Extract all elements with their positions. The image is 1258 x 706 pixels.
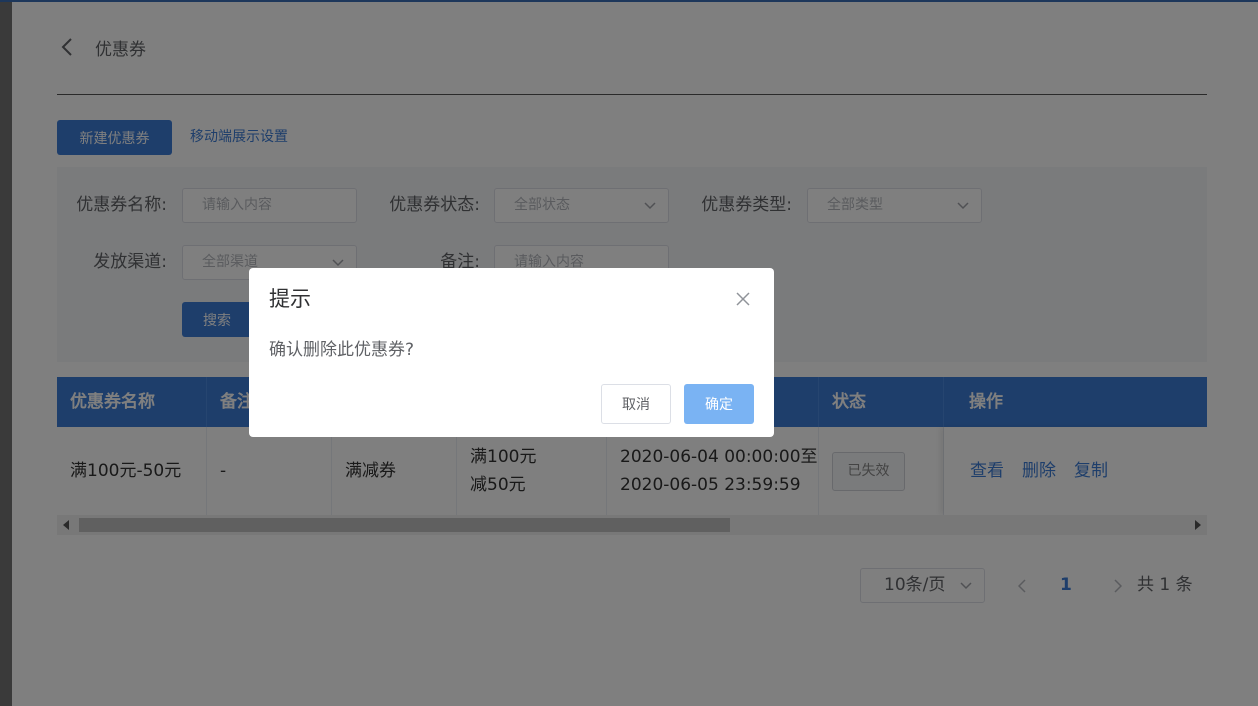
confirm-dialog: 提示 确认删除此优惠券? 取消 确定 [249,268,774,437]
cancel-button[interactable]: 取消 [601,384,671,424]
close-icon[interactable] [736,292,750,306]
dialog-title: 提示 [269,287,311,311]
dialog-message: 确认删除此优惠券? [269,340,415,360]
confirm-button[interactable]: 确定 [684,384,754,424]
